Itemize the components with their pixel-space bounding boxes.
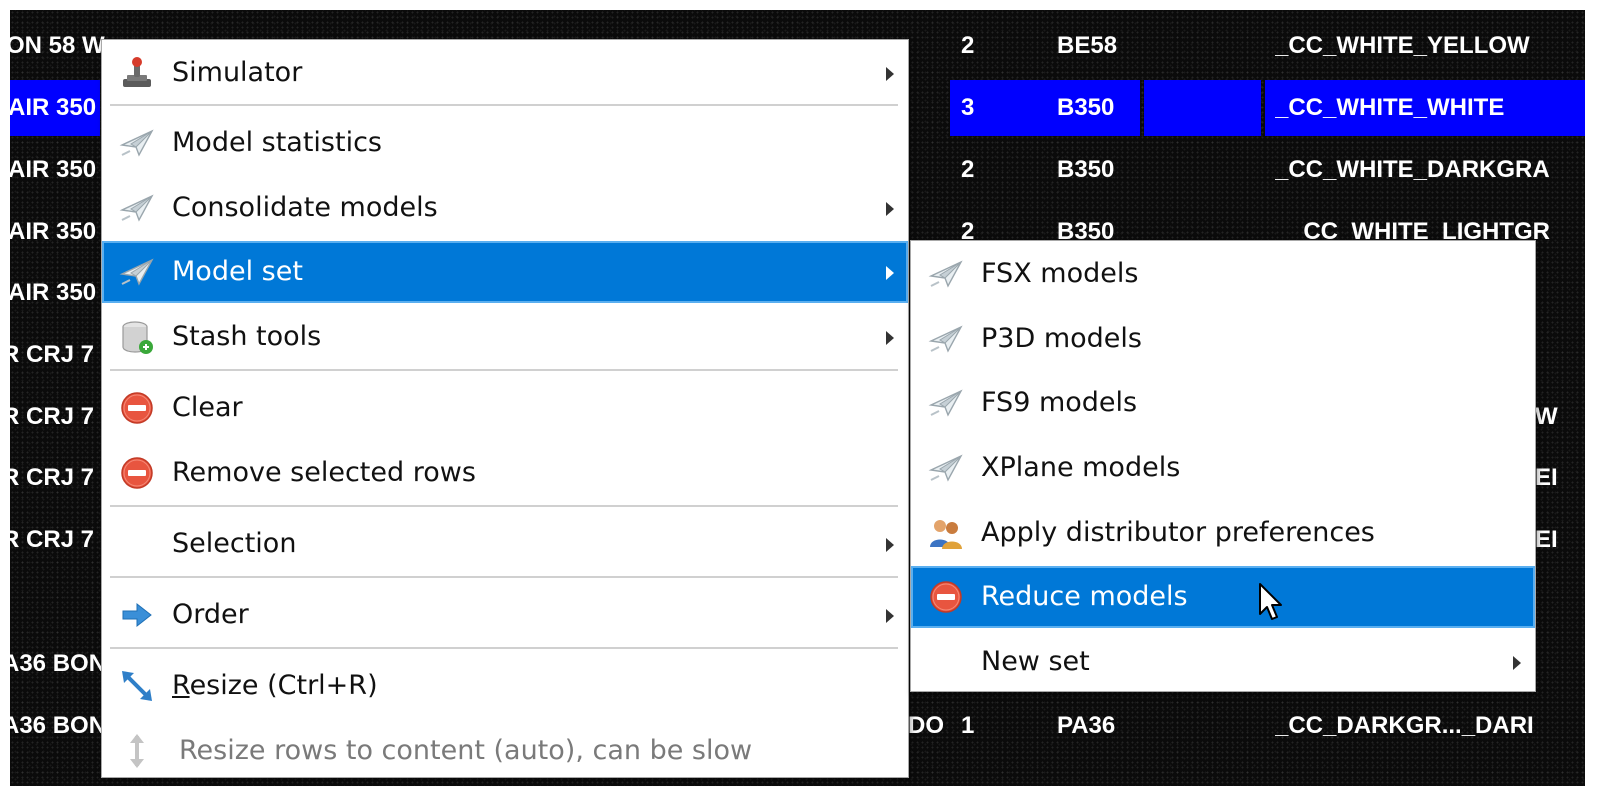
model-cell: AIR 350 — [10, 279, 97, 306]
submenu-arrow-icon — [886, 538, 894, 552]
plane-icon — [119, 190, 155, 226]
plane-icon — [928, 450, 964, 486]
menu-item-label: FSX models — [981, 258, 1139, 289]
model-cell: AIR 350 — [10, 156, 97, 183]
menu-item-consolidate-models[interactable]: Consolidate models — [102, 177, 908, 239]
menu-separator — [110, 104, 898, 106]
submenu-arrow-icon — [886, 609, 894, 623]
menu-item-label: Remove selected rows — [172, 457, 476, 488]
menu-item-apply-distributor-preferences[interactable]: Apply distributor preferences — [911, 502, 1535, 564]
menu-item-stash-tools[interactable]: Stash tools — [102, 306, 908, 368]
icao-cell: BE58 — [1057, 32, 1118, 59]
remove-icon — [928, 579, 964, 615]
menu-item-clear[interactable]: Clear — [102, 377, 908, 439]
context-menu: Simulator Model statistics Consolidate m… — [101, 39, 909, 778]
menu-item-label: Apply distributor preferences — [981, 517, 1375, 548]
menu-item-new-set[interactable]: New set — [911, 631, 1535, 693]
distributor-icon — [930, 520, 962, 549]
submenu-arrow-icon — [886, 202, 894, 216]
menu-item-label: XPlane models — [981, 452, 1181, 483]
model-cell: AIR 350 — [10, 218, 97, 245]
livery-cell: EI — [1535, 464, 1558, 491]
submenu-arrow-icon — [886, 266, 894, 280]
remove-icon — [119, 390, 155, 426]
menu-separator — [110, 576, 898, 578]
menu-item-remove-selected-rows[interactable]: Remove selected rows — [102, 442, 908, 504]
menu-item-model-set[interactable]: Model set — [102, 241, 908, 303]
simulator-cell: DO — [908, 712, 944, 739]
menu-item-label: Model set — [172, 256, 303, 287]
model-cell: R CRJ 7 — [10, 526, 95, 553]
menu-item-label: Clear — [172, 392, 243, 423]
arrow-right-icon — [122, 602, 152, 628]
menu-item-order[interactable]: Order — [102, 584, 908, 646]
menu-item-label: Simulator — [172, 57, 303, 88]
plane-icon — [928, 321, 964, 357]
menu-separator — [110, 505, 898, 507]
model-cell: AIR 350 — [10, 94, 97, 121]
menu-item-fs9-models[interactable]: FS9 models — [911, 372, 1535, 434]
menu-item-label: Resize (Ctrl+R) — [172, 670, 378, 701]
menu-item-selection[interactable]: Selection — [102, 513, 908, 575]
remove-icon — [119, 455, 155, 491]
menu-item-reduce-models[interactable]: Reduce models — [911, 566, 1535, 628]
livery-cell: _CC_WHITE_DARKGRA — [1275, 156, 1550, 183]
menu-item-label: Consolidate models — [172, 192, 438, 223]
menu-separator — [110, 369, 898, 371]
livery-cell: W — [1535, 403, 1558, 430]
menu-item-label: Selection — [172, 528, 297, 559]
submenu-arrow-icon — [1513, 656, 1521, 670]
plane-icon — [928, 256, 964, 292]
menu-item-xplane-models[interactable]: XPlane models — [911, 437, 1535, 499]
livery-cell: EI — [1535, 526, 1558, 553]
mouse-cursor-icon — [1259, 583, 1282, 620]
menu-item-label: P3D models — [981, 323, 1142, 354]
icao-cell: B350 — [1057, 156, 1115, 183]
menu-item-fsx-models[interactable]: FSX models — [911, 243, 1535, 305]
livery-cell: _CC_DARKGR..._DARI — [1275, 712, 1534, 739]
menu-item-model-statistics[interactable]: Model statistics — [102, 112, 908, 174]
submenu-arrow-icon — [886, 331, 894, 345]
menu-item-label: Resize rows to content (auto), can be sl… — [179, 735, 753, 766]
menu-item-p3d-models[interactable]: P3D models — [911, 308, 1535, 370]
resize-icon — [122, 671, 152, 701]
plane-icon — [119, 125, 155, 161]
menu-item-resize-rows-auto[interactable]: Resize rows to content (auto), can be sl… — [102, 720, 908, 782]
model-cell: A36 BON — [10, 712, 102, 739]
menu-item-simulator[interactable]: Simulator — [102, 42, 908, 104]
menu-item-resize[interactable]: Resize (Ctrl+R) — [102, 655, 908, 717]
selection-highlight — [1144, 80, 1261, 136]
menu-item-label: Reduce models — [981, 581, 1188, 612]
livery-cell: _CC_WHITE_WHITE — [1275, 94, 1505, 121]
submenu-arrow-icon — [886, 67, 894, 81]
count-cell: 2 — [961, 156, 975, 183]
livery-cell: _CC_WHITE_YELLOW — [1275, 32, 1530, 59]
model-cell: R CRJ 7 — [10, 341, 95, 368]
count-cell: 1 — [961, 712, 975, 739]
count-cell: 3 — [961, 94, 975, 121]
menu-item-label: Order — [172, 599, 249, 630]
menu-item-label: Stash tools — [172, 321, 322, 352]
count-cell: 2 — [961, 32, 975, 59]
icao-cell: B350 — [1057, 94, 1115, 121]
menu-item-label: Model statistics — [172, 127, 383, 158]
menu-item-label: FS9 models — [981, 387, 1138, 418]
resize-vertical-icon — [130, 734, 144, 768]
model-cell: R CRJ 7 — [10, 464, 95, 491]
model-cell: R CRJ 7 — [10, 403, 95, 430]
model-cell: ON 58 W — [10, 32, 105, 59]
menu-separator — [110, 647, 898, 649]
model-set-submenu: FSX models P3D models FS9 models XPlane … — [910, 240, 1536, 692]
menu-item-label: New set — [981, 646, 1090, 677]
database-icon — [122, 321, 153, 354]
plane-icon — [928, 385, 964, 421]
plane-icon — [119, 254, 155, 290]
model-cell: A36 BON — [10, 650, 102, 677]
icao-cell: PA36 — [1057, 712, 1116, 739]
simulator-icon — [123, 57, 151, 87]
